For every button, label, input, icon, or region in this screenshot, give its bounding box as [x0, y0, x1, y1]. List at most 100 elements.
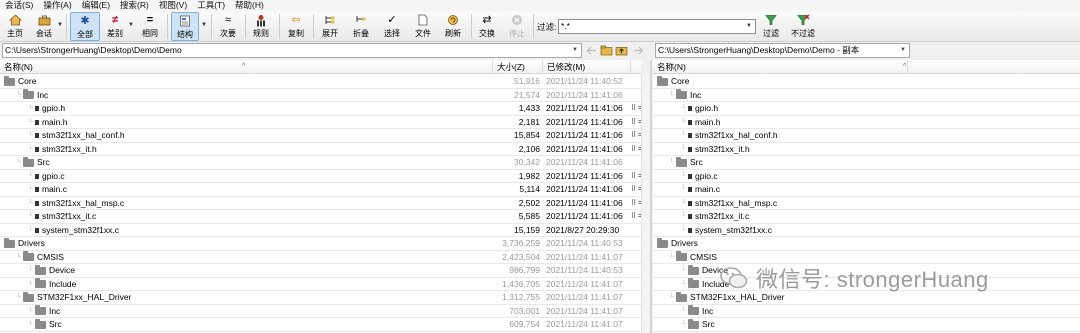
folder-icon [675, 251, 687, 262]
file-icon [687, 106, 692, 112]
table-row[interactable]: └ Src [653, 156, 1080, 170]
table-row[interactable]: Drivers 3,736,259 2021/11/24 11:40:53 [0, 237, 641, 251]
menu-help[interactable]: 帮助(H) [230, 0, 269, 11]
table-row[interactable]: └ main.c [653, 183, 1080, 197]
right-path-dropdown-icon[interactable]: ▼ [898, 44, 908, 57]
no-filter-button[interactable]: 不过滤 [788, 12, 818, 41]
tree-connector: └ [681, 280, 686, 288]
select-button[interactable]: ✓ 选择 [380, 12, 404, 41]
row-date: 2021/11/24 11:41:06 [546, 197, 623, 208]
row-date: 2021/11/24 11:40:52 [546, 76, 623, 86]
left-col-date[interactable]: 已修改(M) [543, 60, 631, 74]
row-label: Include [48, 278, 77, 289]
session-dropdown-icon[interactable]: ▼ [57, 21, 63, 29]
all-button[interactable]: ✱ 全部 [70, 12, 100, 41]
toolbar-separator [313, 14, 314, 39]
left-scrollbar[interactable] [641, 74, 650, 333]
menu-session[interactable]: 会话(S) [0, 0, 38, 11]
files-button[interactable]: 文件 [411, 12, 435, 41]
table-row[interactable]: └ stm32f1xx_it.c 5,585 2021/11/24 11:41:06 ⠿… [0, 210, 641, 224]
refresh-button[interactable]: 刷新 [441, 12, 465, 41]
toolbar-separator [279, 14, 280, 39]
up-folder-icon[interactable] [615, 44, 628, 57]
table-row[interactable]: └ CMSIS 2,423,504 2021/11/24 11:41:07 [0, 251, 641, 264]
row-date: 2021/11/24 11:41:07 [546, 319, 623, 329]
table-row[interactable]: └ main.h [653, 116, 1080, 130]
table-row[interactable]: Core [653, 75, 1080, 89]
table-row[interactable]: └ stm32f1xx_it.h 2,106 2021/11/24 11:41:06 ⠿… [0, 143, 641, 156]
table-row[interactable]: └ stm32f1xx_hal_msp.c 2,502 2021/11/24 11:4… [0, 197, 641, 210]
left-col-name[interactable]: 名称(N) [0, 60, 493, 74]
row-size: 609,754 [509, 319, 540, 329]
diffs-dropdown-icon[interactable]: ▼ [128, 21, 134, 29]
file-icon [687, 119, 692, 125]
structure-button[interactable]: 结构 [171, 12, 199, 41]
row-label: stm32f1xx_it.c [41, 211, 97, 221]
table-row[interactable]: └ stm32f1xx_hal_conf.h [653, 129, 1080, 143]
table-row[interactable]: └ system_stm32f1xx.c [653, 224, 1080, 237]
left-col-size[interactable]: 大小(Z) [493, 60, 543, 74]
table-row[interactable]: └ Inc [653, 89, 1080, 102]
right-path-field[interactable]: C:\Users\StrongerHuang\Desktop\Demo\Demo… [655, 43, 910, 58]
row-name-cell: └ main.h [681, 116, 720, 130]
panel-splitter[interactable] [650, 60, 652, 333]
filter-label: 过滤: [537, 22, 557, 32]
table-row[interactable]: └ stm32f1xx_it.c [653, 210, 1080, 224]
table-row[interactable]: Drivers [653, 237, 1080, 251]
table-row[interactable]: └ stm32f1xx_hal_conf.h 15,854 2021/11/24 11… [0, 129, 641, 143]
menu-tools[interactable]: 工具(T) [192, 0, 230, 11]
rules-button[interactable]: 规则 [250, 12, 272, 41]
same-button[interactable]: = 相同 [139, 12, 161, 41]
file-icon [687, 187, 692, 193]
table-row[interactable]: └ gpio.h [653, 102, 1080, 116]
table-row[interactable]: Core 51,916 2021/11/24 11:40:52 [0, 75, 641, 89]
table-row[interactable]: └ Inc 21,574 2021/11/24 11:41:06 [0, 89, 641, 102]
table-row[interactable]: └ Inc [653, 305, 1080, 318]
table-row[interactable]: └ Src 30,342 2021/11/24 11:41:06 [0, 156, 641, 170]
copy-button[interactable]: ⇦ 复制 [284, 12, 308, 41]
table-row[interactable]: └ Include 1,436,705 2021/11/24 11:41:07 [0, 278, 641, 291]
table-row[interactable]: └ Src 609,754 2021/11/24 11:41:07 [0, 318, 641, 332]
table-row[interactable]: └ STM32F1xx_HAL_Driver 1,312,755 2021/11/24… [0, 291, 641, 305]
right-col-name[interactable]: 名称(N) [653, 60, 908, 74]
left-path-dropdown-icon[interactable]: ▼ [570, 44, 580, 57]
structure-dropdown-icon[interactable]: ▼ [201, 21, 207, 29]
row-size: 2,423,504 [502, 251, 540, 262]
copy-to-left-icon[interactable] [585, 44, 598, 57]
diffs-button[interactable]: ≠ 差别 [104, 12, 126, 41]
minor-button[interactable]: ≈ 次要 [216, 12, 240, 41]
table-row[interactable]: └ main.c 5,114 2021/11/24 11:41:06 ⠿ = [0, 183, 641, 197]
filter-dropdown-icon[interactable]: ▼ [744, 21, 754, 32]
table-row[interactable]: └ gpio.c 1,982 2021/11/24 11:41:06 ⠿ = [0, 170, 641, 183]
table-row[interactable]: └ system_stm32f1xx.c 15,159 2021/8/27 20:29… [0, 224, 641, 237]
table-row[interactable]: └ Device 986,799 2021/11/24 11:40:53 [0, 264, 641, 278]
menu-actions[interactable]: 操作(A) [38, 0, 76, 11]
home-button[interactable]: 主页 [4, 12, 26, 41]
table-row[interactable]: └ main.h 2,181 2021/11/24 11:41:06 ⠿ = [0, 116, 641, 129]
table-row[interactable]: └ gpio.c [653, 170, 1080, 183]
table-row[interactable]: └ Src [653, 318, 1080, 332]
stop-button[interactable]: 停止 [505, 12, 529, 41]
table-row[interactable]: └ stm32f1xx_it.h [653, 143, 1080, 156]
menu-edit[interactable]: 编辑(E) [77, 0, 115, 11]
copy-to-right-icon[interactable] [632, 44, 645, 57]
filter-input[interactable]: *.* ▼ [558, 19, 756, 34]
table-row[interactable]: └ gpio.h 1,433 2021/11/24 11:41:06 ⠿ = [0, 102, 641, 116]
left-file-panel[interactable]: 名称(N) ^ 大小(Z) 已修改(M) Core 51,916 2021/11/2… [0, 60, 641, 333]
expand-button[interactable]: 展开 [318, 12, 342, 41]
folder-icon [22, 291, 34, 302]
table-row[interactable]: └ stm32f1xx_hal_msp.c [653, 197, 1080, 210]
collapse-button[interactable]: 折叠 [349, 12, 373, 41]
menu-search[interactable]: 搜索(R) [115, 0, 154, 11]
swap-button[interactable]: ⇄ 交换 [475, 12, 499, 41]
open-folder-icon[interactable] [600, 44, 613, 57]
session-button[interactable]: 会话 [33, 12, 55, 41]
folder-icon [657, 75, 668, 86]
row-label: Src [689, 157, 703, 167]
filter-button[interactable]: 过滤 [760, 12, 782, 41]
menu-view[interactable]: 视图(V) [154, 0, 192, 11]
folder-icon [675, 89, 687, 100]
left-path-field[interactable]: C:\Users\StrongerHuang\Desktop\Demo\Demo… [2, 43, 582, 58]
file-icon [687, 200, 692, 206]
table-row[interactable]: └ Inc 703,001 2021/11/24 11:41:07 [0, 305, 641, 318]
